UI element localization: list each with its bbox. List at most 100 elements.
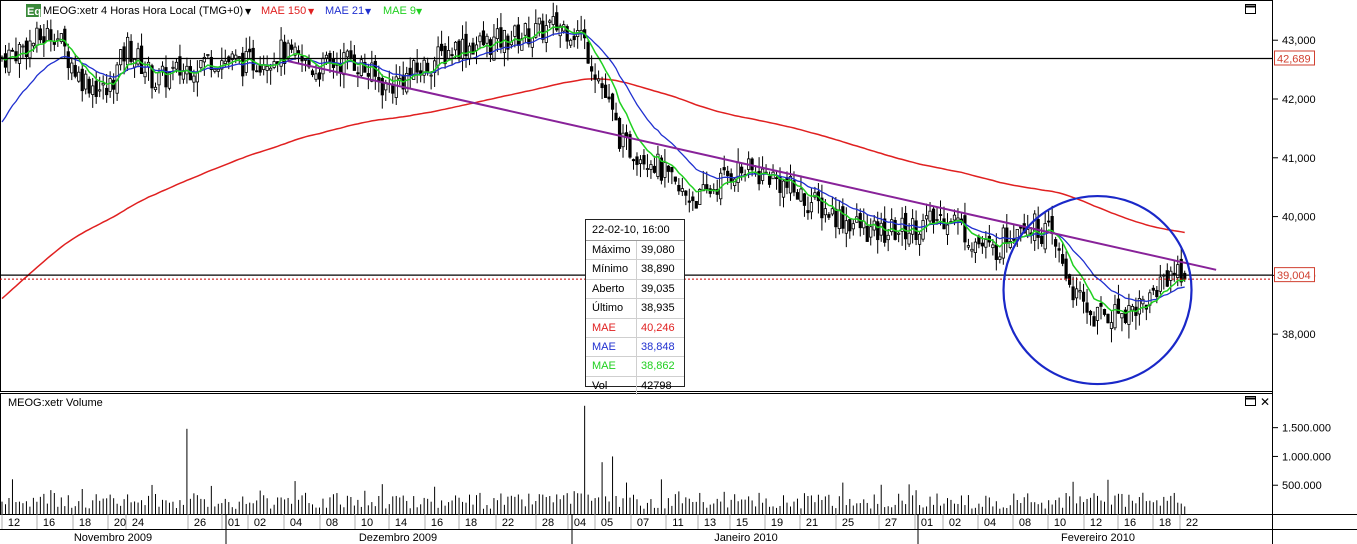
price-tick-label: 38,000 [1282, 329, 1316, 341]
day-tick-label: 07 [637, 517, 649, 529]
level-label: 42,689 [1277, 53, 1311, 65]
candle-body [195, 72, 199, 83]
day-tick-label: 15 [736, 517, 748, 529]
candle-body [192, 75, 196, 83]
tooltip-row: Aberto 39,035 [586, 279, 684, 300]
candle-body [1155, 289, 1159, 298]
candle-body [572, 35, 576, 41]
day-tick-label: 27 [885, 517, 897, 529]
symbol-dropdown-icon[interactable]: ▼ [245, 7, 252, 16]
candle-body [108, 78, 112, 92]
candle-body [1054, 239, 1058, 247]
symbol-title[interactable]: MEOG:xetr 4 Horas Hora Local (TMG+0) [43, 5, 243, 17]
candle-body [523, 23, 527, 36]
candle-body [645, 168, 650, 170]
candle-body [931, 208, 936, 225]
day-tick-label: 14 [395, 517, 407, 529]
candle-body [788, 176, 793, 194]
candle-body [366, 73, 370, 77]
candle-body [248, 48, 252, 53]
price-tick-label: 40,000 [1282, 212, 1316, 224]
day-tick-label: 25 [842, 517, 854, 529]
candle-body [548, 20, 552, 23]
candle-body [446, 50, 451, 60]
candle-body [380, 77, 384, 96]
candle-body [153, 86, 158, 91]
candle-body [356, 72, 360, 75]
month-label: Novembro 2009 [74, 532, 152, 544]
candle-body [600, 83, 604, 89]
candle-body [705, 184, 709, 190]
candle-body [164, 67, 168, 88]
candle-body [391, 85, 395, 94]
legend-mae-21-dropdown-icon[interactable]: ▼ [365, 7, 372, 16]
legend-mae-9[interactable]: MAE 9 [383, 5, 416, 17]
legend-mae-150-dropdown-icon[interactable]: ▼ [308, 7, 315, 16]
candle-body [911, 218, 915, 235]
candle-body [966, 245, 971, 248]
candle-body [1172, 272, 1176, 275]
day-tick-label: 18 [465, 517, 477, 529]
eq-badge[interactable]: Eq [27, 6, 41, 18]
candle-body [767, 175, 772, 185]
candle-body [289, 44, 294, 50]
legend-mae-150[interactable]: MAE 150 [261, 5, 306, 17]
candle-body [251, 47, 255, 71]
candle-body [370, 62, 374, 82]
day-tick-label: 04 [290, 517, 302, 529]
candle-body [740, 166, 744, 174]
day-tick-label: 20 [114, 517, 126, 529]
candle-body [649, 164, 653, 170]
day-tick-label: 21 [806, 517, 818, 529]
candle-body [607, 96, 611, 100]
candle-body [492, 36, 496, 61]
candle-body [945, 224, 950, 235]
candle-body [537, 17, 541, 25]
candle-body [429, 74, 433, 77]
candle-body [443, 45, 447, 65]
candle-body [1120, 313, 1124, 319]
candle-body [851, 223, 855, 230]
close-volume-panel-icon[interactable]: ✕ [1260, 395, 1270, 409]
candle-body [310, 70, 315, 76]
legend-mae-9-dropdown-icon[interactable]: ▼ [416, 7, 423, 16]
candle-body [938, 214, 943, 216]
candle-body [666, 165, 670, 172]
candle-body [1106, 313, 1110, 324]
candle-body [237, 56, 241, 59]
candle-body [1151, 287, 1155, 291]
candle-body [1095, 306, 1100, 321]
candle-body [143, 71, 147, 78]
price-tick-label: 43,000 [1282, 35, 1316, 47]
day-tick-label: 10 [361, 517, 373, 529]
candle-body [513, 25, 517, 37]
candle-body [624, 132, 629, 137]
candle-body [1088, 310, 1093, 316]
data-tooltip: 22-02-10, 16:00 Máximo 39,080 Mínimo 38,89… [585, 219, 685, 396]
day-tick-label: 13 [704, 517, 716, 529]
candle-body [802, 193, 807, 206]
day-tick-label: 16 [431, 517, 443, 529]
candle-body [687, 200, 691, 203]
candle-body [876, 221, 880, 241]
candle-body [869, 226, 873, 238]
day-tick-label: 24 [132, 517, 144, 529]
day-tick-label: 22 [1186, 517, 1198, 529]
candle-body [328, 53, 332, 62]
candle-body [1047, 220, 1051, 223]
candle-body [726, 170, 730, 177]
candle-body [52, 41, 56, 45]
candle-body [830, 208, 834, 215]
legend-mae-21[interactable]: MAE 21 [325, 5, 364, 17]
day-tick-label: 10 [1054, 517, 1066, 529]
candle-body [460, 38, 465, 59]
candle-body [126, 36, 130, 66]
day-tick-label: 02 [949, 517, 961, 529]
candle-body [694, 200, 698, 209]
candle-body [485, 35, 489, 44]
candle-body [223, 60, 227, 64]
day-tick-label: 01 [921, 517, 933, 529]
candle-body [907, 232, 911, 245]
candle-body [439, 43, 444, 52]
candle-body [213, 68, 217, 72]
